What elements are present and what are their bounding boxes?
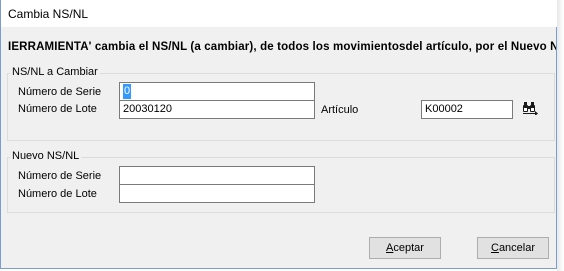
articulo-input[interactable]: K00002	[421, 100, 513, 119]
aceptar-button[interactable]: Aceptar	[369, 237, 441, 259]
aceptar-label: ceptar	[393, 242, 424, 254]
nuevo-lote-input[interactable]	[119, 184, 315, 203]
serie-label: Número de Serie	[18, 86, 102, 98]
window-edge	[557, 0, 564, 271]
info-banner-text: IERRAMIENTA' cambia el NS/NL (a cambiar)…	[8, 41, 556, 53]
title-bar[interactable]: Cambia NS/NL	[1, 0, 558, 27]
serie-input[interactable]: 0	[119, 82, 315, 101]
group-nuevo-nsnl-label: Nuevo NS/NL	[10, 150, 82, 162]
cancelar-mnemonic: C	[490, 242, 499, 254]
info-banner: IERRAMIENTA' cambia el NS/NL (a cambiar)…	[2, 40, 556, 56]
nuevo-lote-label: Número de Lote	[18, 188, 97, 200]
articulo-label: Artículo	[321, 104, 359, 116]
lote-input[interactable]: 20030120	[119, 100, 315, 119]
cancelar-button[interactable]: Cancelar	[477, 237, 549, 259]
nuevo-serie-label: Número de Serie	[18, 170, 102, 182]
binoculars-icon[interactable]	[522, 101, 538, 115]
nuevo-serie-input[interactable]	[119, 166, 315, 185]
lote-label: Número de Lote	[18, 103, 97, 115]
dialog-window: Cambia NS/NL IERRAMIENTA' cambia el NS/N…	[0, 0, 558, 269]
window-title: Cambia NS/NL	[8, 7, 89, 21]
serie-input-value: 0	[123, 84, 132, 99]
group-nsnl-a-cambiar-label: NS/NL a Cambiar	[10, 66, 100, 78]
cancelar-label: ancelar	[498, 242, 536, 254]
